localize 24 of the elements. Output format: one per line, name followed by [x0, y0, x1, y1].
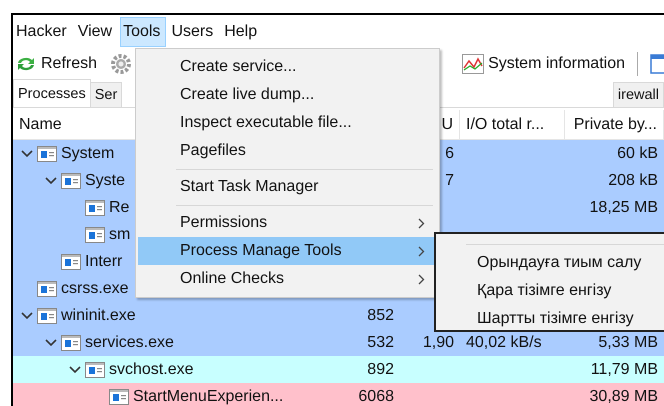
process-name: svchost.exe [109, 360, 194, 378]
process-name: sm [109, 226, 130, 244]
private-bytes-cell: 11,79 MB [590, 360, 658, 378]
process-name: Re [109, 198, 130, 216]
pid-cell: 532 [367, 334, 394, 352]
process-name: System [61, 144, 114, 162]
io-cell: 40,02 kB/s [466, 334, 542, 352]
private-bytes-cell: 18,25 MB [590, 198, 658, 216]
pid-cell: 6068 [358, 388, 394, 406]
pid-cell: 892 [367, 360, 394, 378]
process-name: StartMenuExperien... [133, 388, 284, 406]
cpu-cell: 1,90 [422, 334, 454, 352]
private-bytes-cell: 30,89 MB [590, 388, 658, 406]
process-name: Interr [85, 252, 122, 270]
process-name: services.exe [85, 334, 174, 352]
private-bytes-cell: 5,33 MB [598, 334, 658, 352]
pid-cell: 852 [367, 306, 394, 324]
private-bytes-cell: 60 kB [617, 144, 658, 162]
process-name: csrss.exe [61, 280, 129, 298]
cpu-cell: 7 [445, 172, 454, 190]
private-bytes-cell: 208 kB [608, 172, 658, 190]
cpu-cell: 6 [445, 144, 454, 162]
process-name: Syste [85, 172, 126, 190]
process-name: wininit.exe [61, 306, 136, 324]
